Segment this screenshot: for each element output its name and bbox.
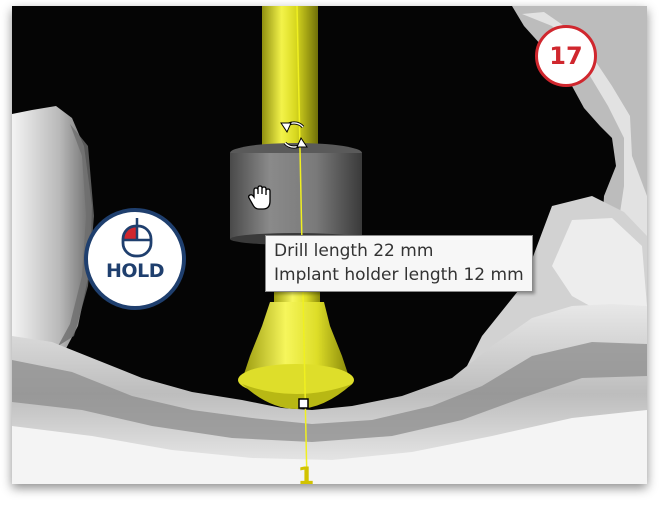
step-number: 17 [549,42,583,70]
implant-number-label: 1 [297,462,315,484]
drill-length-text: Drill length 22 mm [274,241,434,261]
hold-instruction-badge: HOLD [84,208,186,310]
implant-body[interactable] [244,302,348,374]
mouse-left-button-icon [121,218,153,258]
drill-shaft[interactable] [262,6,318,152]
holder-length-text: Implant holder length 12 mm [274,265,524,285]
implant-handle[interactable] [298,398,309,409]
step-number-badge: 17 [535,25,597,87]
measurement-tooltip: Drill length 22 mm Implant holder length… [265,235,533,292]
hold-label: HOLD [106,260,164,282]
